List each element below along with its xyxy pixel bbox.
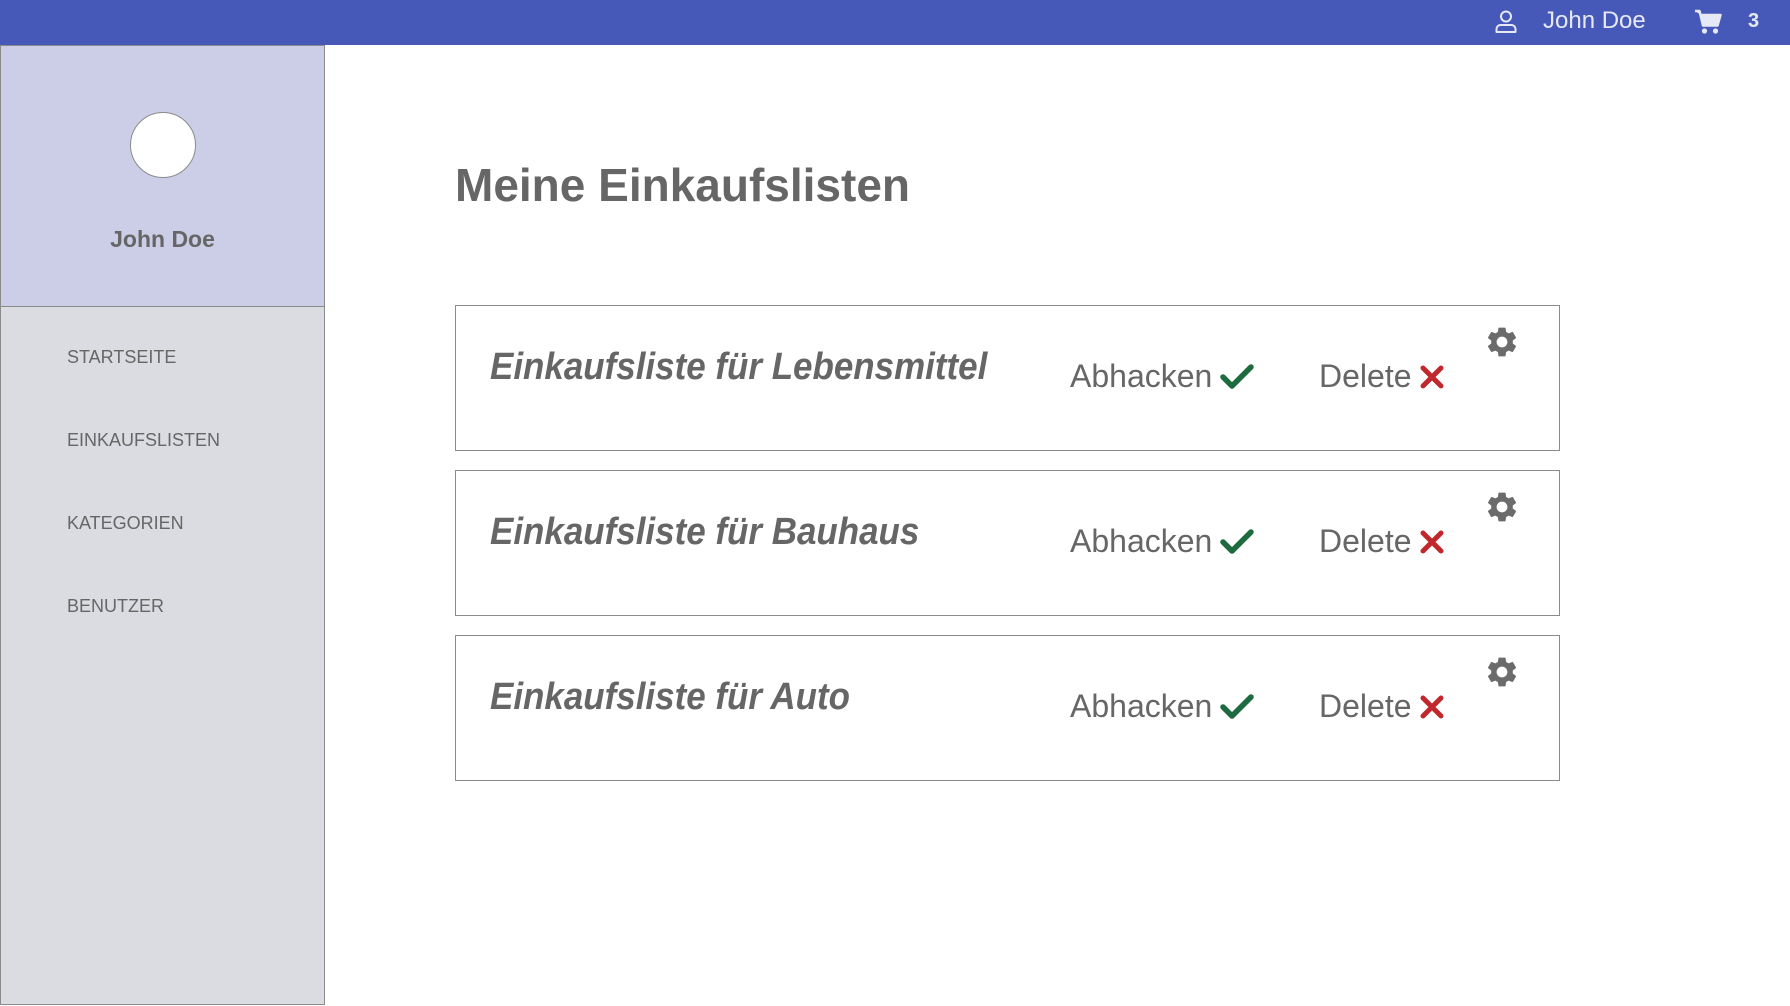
checkmark-icon (1220, 528, 1255, 554)
check-off-label: Abhacken (1070, 523, 1213, 559)
delete-button[interactable]: Delete (1319, 688, 1444, 725)
check-off-label: Abhacken (1070, 358, 1213, 394)
shopping-list-card: Einkaufsliste für Lebensmittel Abhacken … (455, 305, 1560, 451)
sidebar-item-kategorien[interactable]: KATEGORIEN (67, 513, 184, 534)
delete-label: Delete (1319, 688, 1412, 724)
delete-label: Delete (1319, 523, 1412, 559)
header-user-name[interactable]: John Doe (1543, 6, 1646, 36)
check-off-button[interactable]: Abhacken (1070, 688, 1255, 725)
close-icon (1420, 695, 1443, 718)
delete-label: Delete (1319, 358, 1412, 394)
checkmark-icon (1220, 693, 1255, 719)
check-off-button[interactable]: Abhacken (1070, 523, 1255, 560)
list-title[interactable]: Einkaufsliste für Bauhaus (490, 511, 919, 554)
top-bar: John Doe 3 (0, 0, 1790, 45)
cart-count-badge[interactable]: 3 (1748, 9, 1759, 33)
user-icon[interactable] (1494, 9, 1518, 33)
gear-icon[interactable] (1484, 654, 1520, 690)
sidebar-item-einkaufslisten[interactable]: EINKAUFSLISTEN (67, 430, 220, 451)
delete-button[interactable]: Delete (1319, 358, 1444, 395)
close-icon (1420, 365, 1443, 388)
check-off-label: Abhacken (1070, 688, 1213, 724)
page-title: Meine Einkaufslisten (455, 159, 911, 211)
shopping-list-card: Einkaufsliste für Auto Abhacken Delete (455, 635, 1560, 781)
gear-icon[interactable] (1484, 324, 1520, 360)
shopping-list-card: Einkaufsliste für Bauhaus Abhacken Delet… (455, 470, 1560, 616)
profile-name: John Doe (110, 226, 215, 252)
sidebar: John Doe STARTSEITE EINKAUFSLISTEN KATEG… (0, 45, 325, 1005)
gear-icon[interactable] (1484, 489, 1520, 525)
sidebar-item-benutzer[interactable]: BENUTZER (67, 596, 164, 617)
list-title[interactable]: Einkaufsliste für Auto (490, 676, 850, 719)
delete-button[interactable]: Delete (1319, 523, 1444, 560)
cart-icon[interactable] (1694, 9, 1722, 35)
check-off-button[interactable]: Abhacken (1070, 358, 1255, 395)
avatar[interactable] (130, 112, 196, 178)
close-icon (1420, 530, 1443, 553)
profile-panel: John Doe (1, 46, 324, 307)
checkmark-icon (1220, 363, 1255, 389)
list-title[interactable]: Einkaufsliste für Lebensmittel (490, 346, 987, 389)
sidebar-item-startseite[interactable]: STARTSEITE (67, 347, 176, 368)
